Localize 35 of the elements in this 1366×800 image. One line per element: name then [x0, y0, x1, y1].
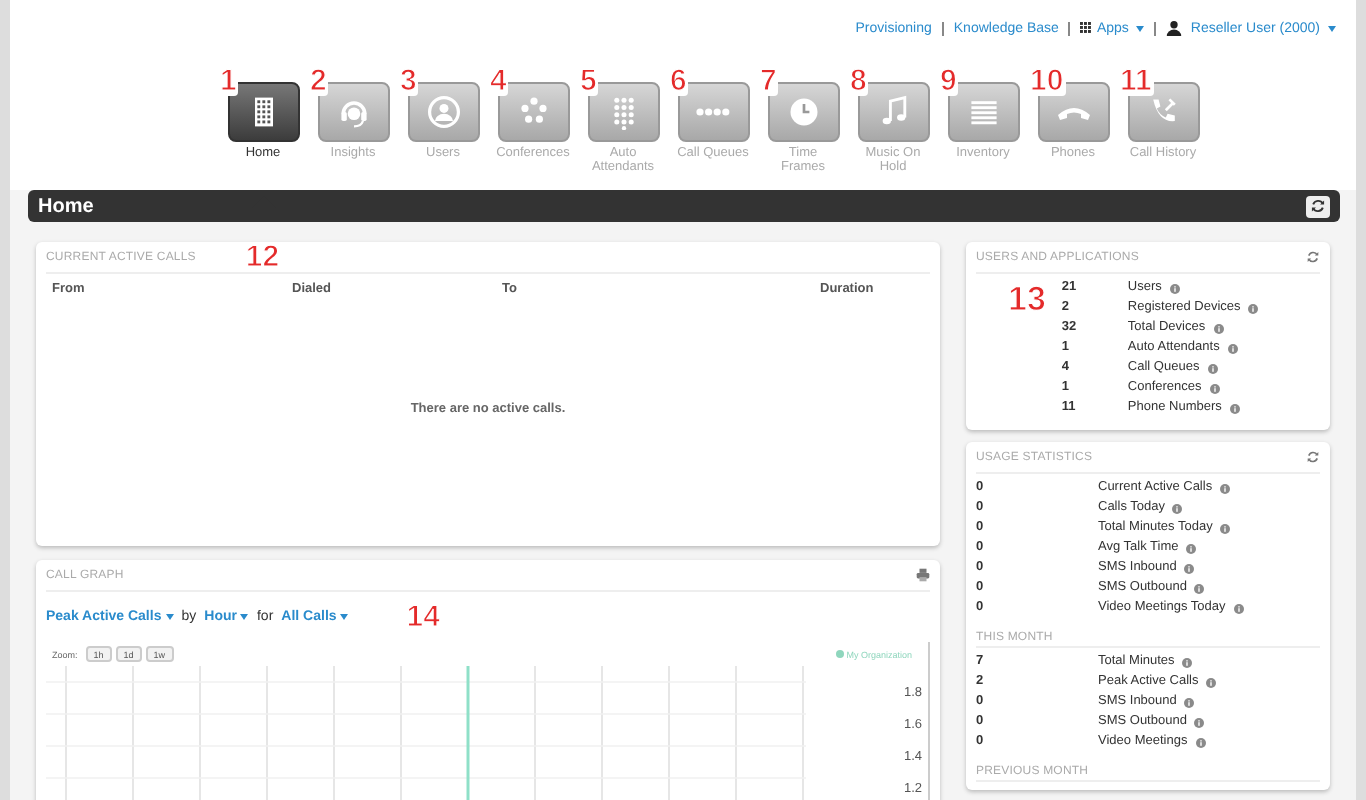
page-title: Home: [38, 195, 94, 217]
info-icon[interactable]: [1186, 543, 1197, 553]
clock-icon: [785, 94, 821, 130]
info-icon[interactable]: [1184, 563, 1195, 573]
callout-number: 10: [1028, 66, 1066, 96]
info-icon[interactable]: [1220, 523, 1231, 533]
print-icon[interactable]: [916, 568, 930, 582]
callout-number: 3: [398, 66, 419, 96]
info-icon[interactable]: [1207, 363, 1218, 373]
info-icon[interactable]: [1229, 403, 1240, 413]
legend-dot-icon: [836, 650, 845, 658]
info-icon[interactable]: [1233, 603, 1244, 613]
info-icon[interactable]: [1206, 677, 1217, 687]
dots-icon: [696, 108, 730, 116]
grid-icon: [1080, 22, 1093, 34]
phone-icon: [1057, 103, 1089, 121]
info-icon[interactable]: [1195, 737, 1206, 747]
info-icon[interactable]: [1172, 503, 1183, 513]
user-icon: [1166, 20, 1183, 36]
refresh-icon[interactable]: [1306, 250, 1320, 264]
info-icon[interactable]: [1248, 303, 1259, 313]
info-icon[interactable]: [1227, 343, 1238, 353]
info-icon[interactable]: [1220, 483, 1231, 493]
info-icon[interactable]: [1194, 717, 1205, 727]
refresh-button[interactable]: [1306, 195, 1330, 217]
info-icon[interactable]: [1194, 583, 1205, 593]
callout-number: 1: [218, 66, 239, 96]
callout-number: 11: [1118, 66, 1154, 96]
refresh-icon[interactable]: [1306, 450, 1320, 464]
info-icon[interactable]: [1182, 657, 1193, 667]
users-icon: [425, 94, 461, 130]
info-icon[interactable]: [1209, 383, 1220, 393]
info-icon[interactable]: [1184, 697, 1195, 707]
info-icon[interactable]: [1169, 283, 1180, 293]
info-icon[interactable]: [1213, 323, 1224, 333]
